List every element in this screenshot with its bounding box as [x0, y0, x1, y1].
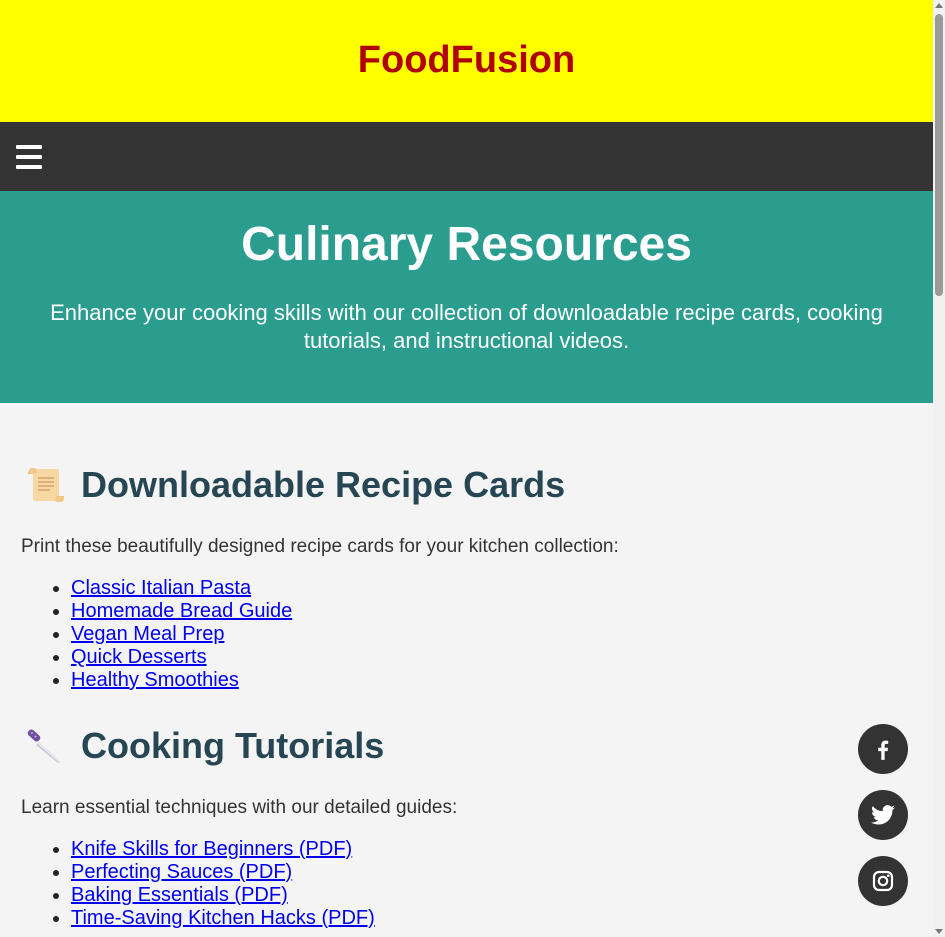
list-item: Time-Saving Kitchen Hacks (PDF)	[71, 907, 912, 930]
facebook-icon	[878, 740, 889, 760]
list-item: Classic Italian Pasta	[71, 577, 912, 600]
recipe-cards-heading: Downloadable Recipe Cards	[21, 461, 912, 509]
scroll-icon	[25, 465, 65, 505]
tutorials-list: Knife Skills for Beginners (PDF) Perfect…	[21, 838, 912, 930]
list-item: Baking Essentials (PDF)	[71, 884, 912, 907]
recipe-cards-heading-text: Downloadable Recipe Cards	[81, 464, 566, 505]
tutorial-link[interactable]: Baking Essentials (PDF)	[71, 884, 288, 906]
list-item: Knife Skills for Beginners (PDF)	[71, 838, 912, 861]
top-navigation	[0, 122, 933, 191]
scroll-up-arrow-icon[interactable]	[935, 3, 943, 8]
instagram-button[interactable]	[858, 856, 908, 906]
tutorial-link[interactable]: Knife Skills for Beginners (PDF)	[71, 838, 352, 860]
scrollbar-thumb[interactable]	[935, 14, 943, 296]
recipe-cards-list: Classic Italian Pasta Homemade Bread Gui…	[21, 577, 912, 692]
recipe-cards-section: Downloadable Recipe Cards Print these be…	[21, 461, 912, 692]
instagram-icon	[872, 870, 894, 892]
brand-logo-text[interactable]: FoodFusion	[358, 39, 575, 82]
page-title: Culinary Resources	[241, 218, 692, 271]
main-content: Downloadable Recipe Cards Print these be…	[0, 403, 933, 930]
list-item: Vegan Meal Prep	[71, 623, 912, 646]
list-item: Healthy Smoothies	[71, 669, 912, 692]
tutorials-heading: Cooking Tutorials	[21, 722, 912, 770]
vertical-scrollbar[interactable]	[933, 0, 945, 937]
twitter-button[interactable]	[858, 790, 908, 840]
tutorial-link[interactable]: Time-Saving Kitchen Hacks (PDF)	[71, 907, 375, 929]
tutorials-heading-text: Cooking Tutorials	[81, 725, 385, 766]
twitter-icon	[871, 805, 895, 825]
recipe-cards-intro: Print these beautifully designed recipe …	[21, 536, 619, 557]
tutorial-link[interactable]: Perfecting Sauces (PDF)	[71, 861, 292, 883]
recipe-card-link[interactable]: Healthy Smoothies	[71, 669, 239, 691]
site-header: FoodFusion	[0, 0, 933, 122]
list-item: Quick Desserts	[71, 646, 912, 669]
scroll-down-arrow-icon[interactable]	[935, 929, 943, 934]
hero-subtitle: Enhance your cooking skills with our col…	[50, 300, 883, 353]
hero-banner: Culinary Resources Enhance your cooking …	[0, 191, 933, 403]
facebook-button[interactable]	[858, 724, 908, 774]
tutorials-intro: Learn essential techniques with our deta…	[21, 797, 458, 818]
hamburger-menu-icon[interactable]	[16, 144, 42, 169]
cooking-tutorials-section: Cooking Tutorials Learn essential techni…	[21, 722, 912, 930]
knife-icon	[25, 726, 65, 766]
recipe-card-link[interactable]: Quick Desserts	[71, 646, 207, 668]
recipe-card-link[interactable]: Homemade Bread Guide	[71, 600, 292, 622]
page: FoodFusion Culinary Resources Enhance yo…	[0, 0, 933, 937]
list-item: Perfecting Sauces (PDF)	[71, 861, 912, 884]
recipe-card-link[interactable]: Classic Italian Pasta	[71, 577, 251, 599]
list-item: Homemade Bread Guide	[71, 600, 912, 623]
social-buttons	[858, 724, 908, 906]
recipe-card-link[interactable]: Vegan Meal Prep	[71, 623, 224, 645]
